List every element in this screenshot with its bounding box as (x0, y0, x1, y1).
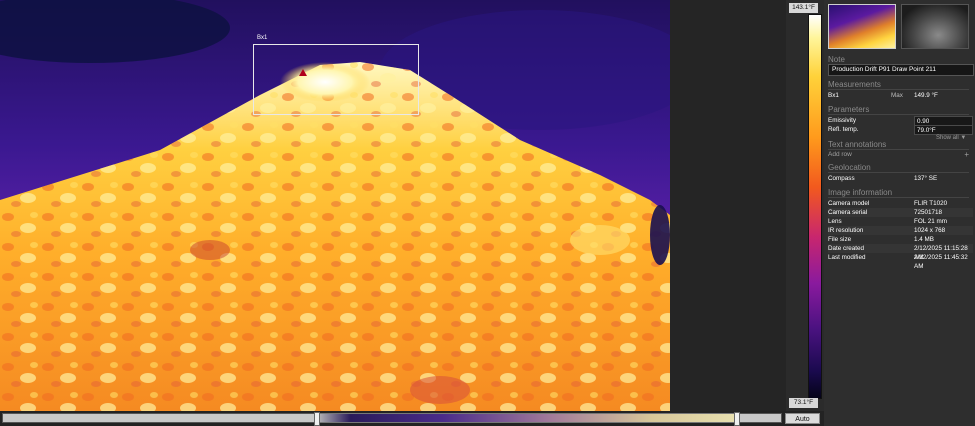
measurement-box-label: Bx1 (257, 35, 268, 41)
show-all-label: Show all (936, 135, 959, 141)
info-row-lens: Lens FOL 21 mm (828, 217, 973, 226)
measurements-header: Measurements (828, 80, 881, 89)
info-label: Last modified (828, 254, 866, 261)
info-value: FLIR T1020 (914, 200, 948, 207)
info-row-date-created: Date created 2/12/2025 11:15:28 AM (828, 244, 973, 261)
plus-icon[interactable]: + (964, 150, 969, 159)
measurement-row[interactable]: Bx1 Max 149.9 °F (828, 91, 973, 100)
info-label: Camera serial (828, 209, 868, 216)
divider (828, 89, 969, 90)
info-row-camera-model: Camera model FLIR T1020 (828, 199, 973, 208)
parameter-label: Refl. temp. (828, 126, 859, 133)
add-row-label: Add row (828, 151, 852, 158)
scale-min-label[interactable]: 73.1°F (789, 398, 818, 408)
color-palette-bar[interactable] (808, 14, 822, 399)
geolocation-row: Compass 137° SE (828, 174, 973, 183)
geolocation-label: Compass (828, 175, 855, 182)
info-value: 2/12/2025 11:45:32 AM (914, 254, 968, 270)
slider-min-handle[interactable] (314, 412, 320, 426)
geolocation-value: 137° SE (914, 175, 938, 182)
show-all-link[interactable]: Show all ▼ (936, 135, 966, 141)
info-value: 72501718 (914, 209, 943, 216)
info-label: Date created (828, 245, 865, 252)
auto-button[interactable]: Auto (785, 413, 820, 424)
info-panel: Note Production Drift P91 Draw Point 211… (824, 0, 975, 426)
info-value: 1024 x 768 (914, 227, 946, 234)
parameter-row-refl-temp[interactable]: Refl. temp. 79.0°F (828, 125, 973, 135)
image-information-header: Image information (828, 188, 893, 197)
parameter-label: Emissivity (828, 117, 856, 124)
level-span-slider-range[interactable] (316, 413, 737, 423)
note-field[interactable]: Production Drift P91 Draw Point 211 (828, 64, 974, 76)
note-header: Note (828, 55, 845, 64)
refl-temp-input[interactable]: 79.0°F (914, 125, 973, 135)
measurement-name: Bx1 (828, 92, 839, 99)
chevron-down-icon: ▼ (960, 135, 967, 141)
info-label: Camera model (828, 200, 870, 207)
info-label: IR resolution (828, 227, 864, 234)
text-annotations-header: Text annotations (828, 140, 887, 149)
parameters-header: Parameters (828, 105, 870, 114)
visual-thumbnail[interactable] (901, 4, 969, 49)
info-row-camera-serial: Camera serial 72501718 (828, 208, 973, 217)
image-margin (670, 0, 786, 411)
ir-thumbnail[interactable] (828, 4, 896, 49)
scale-max-label[interactable]: 143.1°F (789, 3, 818, 13)
measurement-type: Max (891, 92, 903, 99)
thermal-image-view[interactable]: Bx1 (0, 0, 670, 411)
info-label: Lens (828, 218, 842, 225)
info-value: FOL 21 mm (914, 218, 948, 225)
parameter-row-emissivity[interactable]: Emissivity 0.90 (828, 116, 973, 126)
max-temperature-marker-icon (299, 69, 307, 76)
measurement-value: 149.9 °F (914, 92, 938, 99)
info-row-file-size: File size 1.4 MB (828, 235, 973, 244)
slider-max-handle[interactable] (734, 412, 740, 426)
measurement-box[interactable] (253, 44, 419, 115)
info-label: File size (828, 236, 852, 243)
add-row-button[interactable]: Add row + (828, 150, 969, 159)
divider (828, 149, 969, 150)
geolocation-header: Geolocation (828, 163, 871, 172)
divider (828, 114, 969, 115)
divider (828, 172, 969, 173)
info-row-last-modified: Last modified 2/12/2025 11:45:32 AM (828, 253, 973, 270)
info-row-ir-resolution: IR resolution 1024 x 768 (828, 226, 973, 235)
divider (828, 197, 969, 198)
info-value: 1.4 MB (914, 236, 934, 243)
